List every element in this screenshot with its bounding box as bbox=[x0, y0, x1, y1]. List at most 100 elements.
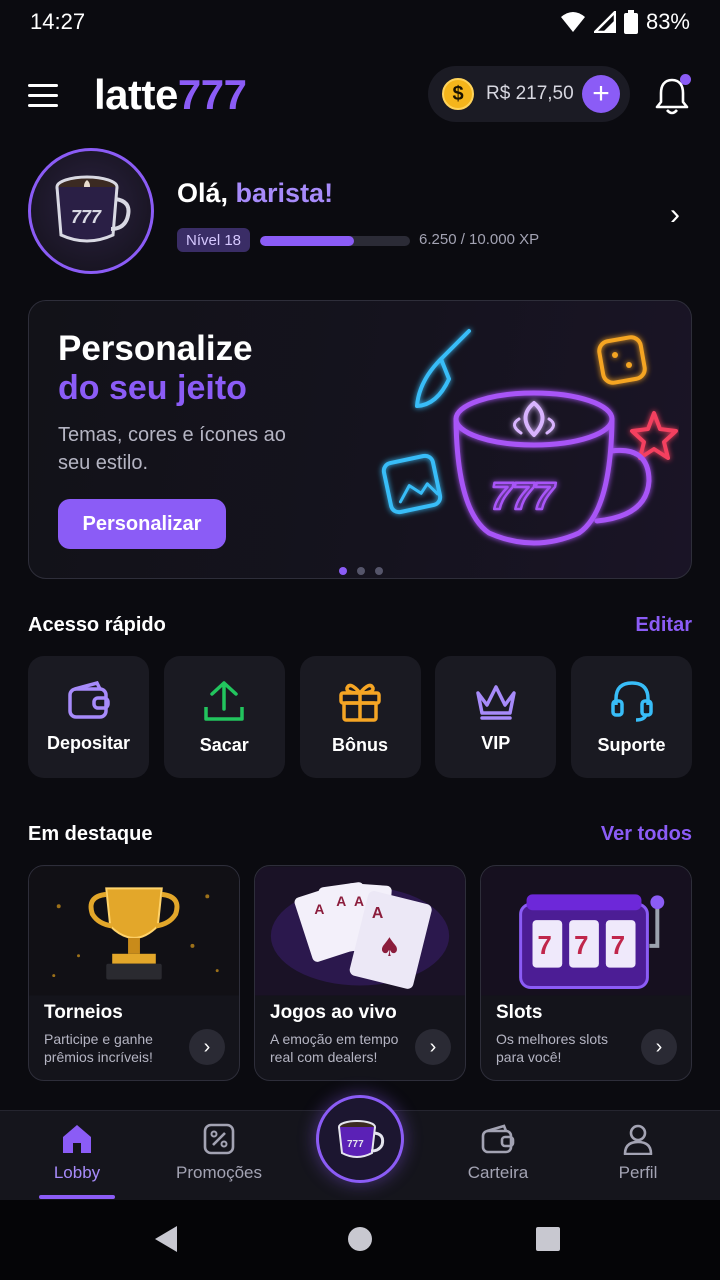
carousel-dot[interactable] bbox=[375, 567, 383, 575]
recents-icon[interactable] bbox=[535, 1226, 561, 1252]
quick-item-label: Depositar bbox=[46, 732, 131, 753]
balance-pill[interactable]: $ R$ 217,50 + bbox=[428, 66, 630, 122]
status-time: 14:27 bbox=[30, 9, 86, 34]
banner-description: Temas, cores e ícones ao seu estilo. bbox=[58, 424, 286, 474]
quick-access-title: Acesso rápido bbox=[28, 614, 166, 636]
live-games-card[interactable]: A A A A ♠ Jogos ao vivo A emoção em temp… bbox=[254, 865, 466, 1081]
see-all-link[interactable]: Ver todos bbox=[601, 823, 692, 846]
quick-vip-button[interactable]: VIP bbox=[435, 656, 557, 778]
notification-dot bbox=[680, 74, 691, 85]
wifi-icon bbox=[560, 12, 585, 32]
featured-cards: Torneios Participe e ganhe prêmios incrí… bbox=[28, 865, 692, 1081]
card-description: Os melhores slots para você! bbox=[496, 1031, 609, 1065]
personalize-button[interactable]: Personalizar bbox=[58, 499, 226, 549]
slot-machine-icon: 7 7 7 bbox=[481, 866, 691, 996]
nav-label: Perfil bbox=[618, 1163, 658, 1182]
carousel-dot[interactable] bbox=[357, 567, 365, 575]
svg-text:A: A bbox=[336, 893, 346, 909]
banner-title: Personalize bbox=[58, 329, 253, 368]
svg-text:777: 777 bbox=[71, 207, 102, 227]
wallet-icon bbox=[481, 1124, 515, 1154]
svg-text:777: 777 bbox=[347, 1139, 364, 1150]
svg-text:♠: ♠ bbox=[378, 933, 401, 963]
greeting-text: Olá, bbox=[177, 178, 236, 208]
app-header: latte777 $ R$ 217,50 + bbox=[0, 60, 720, 130]
nav-profile[interactable]: Perfil bbox=[578, 1123, 698, 1193]
quick-support-button[interactable]: Suporte bbox=[571, 656, 692, 778]
quick-item-label: Suporte bbox=[597, 734, 666, 755]
quick-access-grid: Depositar Sacar Bônus VIP Suporte bbox=[28, 656, 692, 778]
quick-bonus-button[interactable]: Bônus bbox=[299, 656, 421, 778]
battery-percent: 83% bbox=[645, 9, 690, 34]
quick-item-label: Bônus bbox=[332, 734, 388, 755]
chevron-right-icon[interactable]: › bbox=[641, 1029, 677, 1065]
nav-label: Carteira bbox=[467, 1163, 529, 1182]
user-name: barista! bbox=[235, 178, 334, 208]
avatar[interactable]: 777 bbox=[28, 148, 154, 274]
nav-label: Promoções bbox=[176, 1163, 262, 1182]
card-title: Torneios bbox=[44, 1002, 123, 1023]
svg-text:7: 7 bbox=[611, 932, 625, 960]
logo-accent-text: 777 bbox=[177, 71, 247, 118]
trophy-icon bbox=[29, 866, 239, 996]
percent-icon bbox=[203, 1123, 235, 1155]
banner-subtitle: do seu jeito bbox=[58, 369, 247, 407]
carousel-dots[interactable] bbox=[339, 567, 383, 575]
user-icon bbox=[623, 1124, 653, 1155]
carousel-dot[interactable] bbox=[339, 567, 347, 575]
nav-lobby[interactable]: Lobby bbox=[17, 1123, 137, 1193]
card-description: A emoção em tempo real com dealers! bbox=[270, 1031, 399, 1065]
gift-icon bbox=[339, 683, 381, 722]
center-home-button[interactable]: 777 bbox=[316, 1095, 404, 1183]
coffee-cup-icon: 777 bbox=[338, 1120, 385, 1158]
quick-item-label: Sacar bbox=[199, 734, 249, 755]
back-icon[interactable] bbox=[153, 1224, 179, 1254]
logo-text: latte bbox=[94, 71, 178, 118]
tournaments-card[interactable]: Torneios Participe e ganhe prêmios incrí… bbox=[28, 865, 240, 1081]
greeting: Olá, barista! bbox=[177, 178, 333, 209]
card-title: Slots bbox=[496, 1002, 543, 1023]
coffee-cup-icon: 777 bbox=[55, 175, 131, 243]
image-icon bbox=[381, 453, 443, 515]
upload-icon bbox=[204, 680, 244, 721]
chevron-right-icon[interactable]: › bbox=[670, 198, 680, 232]
chevron-right-icon[interactable]: › bbox=[415, 1029, 451, 1065]
chevron-right-icon[interactable]: › bbox=[189, 1029, 225, 1065]
featured-title: Em destaque bbox=[28, 823, 153, 845]
home-icon bbox=[63, 1125, 91, 1153]
crown-icon bbox=[476, 684, 516, 720]
wallet-icon bbox=[67, 680, 110, 719]
star-icon bbox=[630, 411, 678, 460]
nav-wallet[interactable]: Carteira bbox=[438, 1123, 558, 1193]
cookie-icon bbox=[597, 335, 647, 385]
brush-icon bbox=[415, 329, 471, 408]
level-badge: Nível 18 bbox=[177, 228, 251, 252]
edit-quick-access-link[interactable]: Editar bbox=[635, 614, 692, 637]
promo-banner[interactable]: Personalize do seu jeito Temas, cores e … bbox=[28, 300, 692, 579]
coin-icon: $ bbox=[442, 78, 474, 110]
quick-deposit-button[interactable]: Depositar bbox=[28, 656, 149, 778]
quick-item-label: VIP bbox=[481, 732, 511, 753]
home-circle-icon[interactable] bbox=[347, 1226, 373, 1252]
svg-text:777: 777 bbox=[491, 476, 556, 518]
svg-text:A: A bbox=[314, 901, 324, 917]
headset-icon bbox=[610, 680, 653, 722]
status-icons: 83% bbox=[560, 9, 690, 35]
quick-withdraw-button[interactable]: Sacar bbox=[163, 656, 285, 778]
nav-promotions[interactable]: Promoções bbox=[159, 1123, 279, 1193]
menu-icon[interactable] bbox=[28, 75, 68, 115]
profile-summary[interactable]: 777 Olá, barista! Nível 18 6.250 / 10.00… bbox=[28, 148, 692, 276]
nav-label: Lobby bbox=[53, 1163, 101, 1182]
card-title: Jogos ao vivo bbox=[270, 1002, 397, 1023]
xp-progress-bar bbox=[260, 236, 410, 246]
signal-icon bbox=[593, 11, 616, 33]
svg-text:7: 7 bbox=[574, 932, 588, 960]
add-funds-button[interactable]: + bbox=[582, 75, 620, 113]
active-tab-indicator bbox=[39, 1195, 115, 1199]
slots-card[interactable]: 7 7 7 Slots Os melhores slots para você!… bbox=[480, 865, 692, 1081]
app-logo: latte777 bbox=[94, 71, 247, 119]
card-description: Participe e ganhe prêmios incríveis! bbox=[44, 1031, 153, 1065]
svg-text:7: 7 bbox=[537, 932, 551, 960]
xp-progress-fill bbox=[260, 236, 354, 246]
svg-text:A: A bbox=[372, 905, 384, 922]
